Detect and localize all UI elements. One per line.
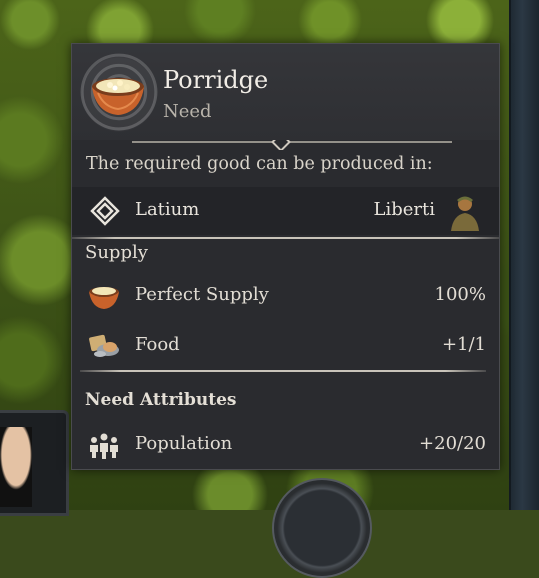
supply-divider (80, 370, 486, 372)
food-value: +1/1 (441, 334, 486, 355)
round-menu-button[interactable] (272, 478, 372, 578)
supply-label: Perfect Supply (135, 284, 269, 305)
tooltip-header: Porridge Need (72, 44, 499, 140)
character-portrait[interactable] (0, 410, 69, 516)
production-row[interactable]: Latium Liberti (72, 187, 499, 235)
good-title: Porridge (163, 66, 269, 94)
producer-name: Liberti (373, 199, 435, 220)
porridge-bowl-icon (92, 78, 144, 115)
food-icon (89, 334, 119, 357)
good-subtitle: Need (163, 101, 212, 122)
region-diamond-icon (90, 196, 120, 226)
supply-section-label: Supply (85, 242, 148, 263)
liberti-portrait-icon (451, 196, 479, 231)
supply-row-food: Food +1/1 (72, 326, 499, 366)
supply-row-perfect: Perfect Supply 100% (72, 276, 499, 316)
need-attributes-section-label: Need Attributes (85, 390, 237, 410)
header-divider-ornament (132, 140, 452, 150)
need-attribute-row-population: Population +20/20 (72, 425, 499, 465)
supply-value: 100% (434, 284, 486, 305)
produced-in-label: The required good can be produced in: (86, 154, 433, 174)
character-face (0, 427, 32, 507)
region-name: Latium (135, 199, 200, 220)
population-value: +20/20 (419, 433, 486, 454)
food-label: Food (135, 334, 180, 355)
production-divider (72, 237, 499, 239)
population-label: Population (135, 433, 233, 454)
population-icon (90, 433, 118, 459)
side-panel-edge (509, 0, 539, 510)
porridge-bowl-icon (89, 287, 119, 309)
good-tooltip: Porridge Need The required good can be p… (71, 43, 500, 470)
